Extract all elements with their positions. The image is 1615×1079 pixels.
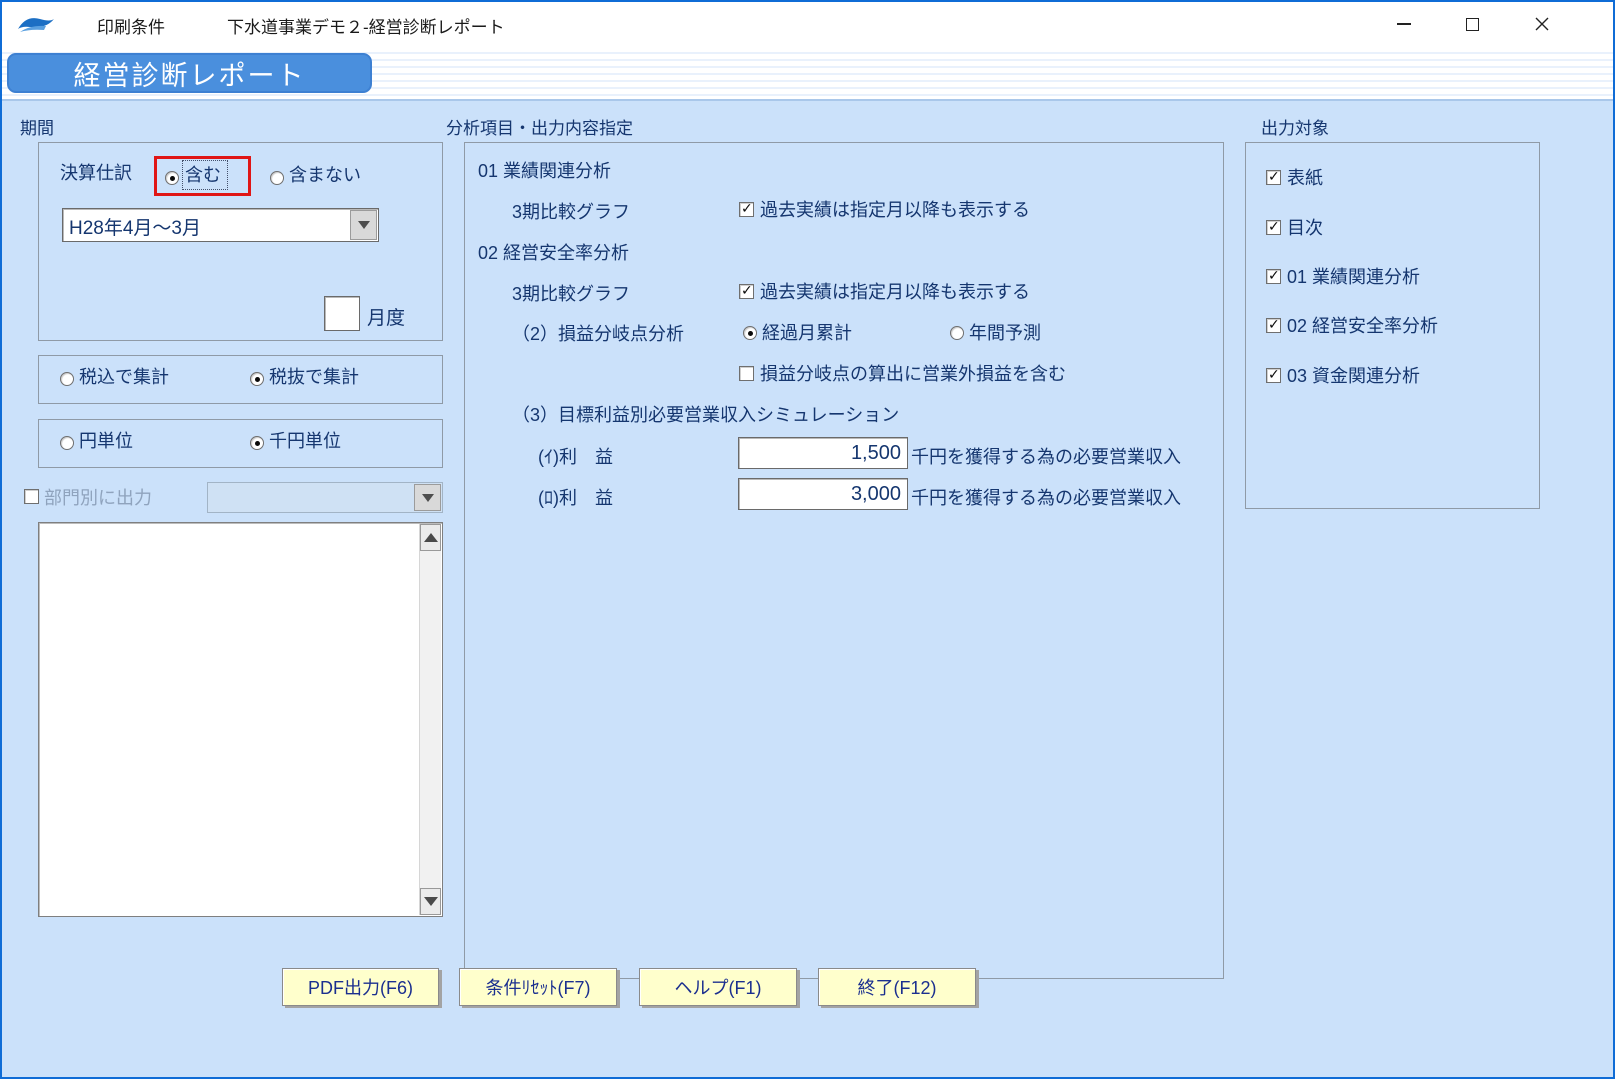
section-period-label: 期間 — [20, 114, 54, 139]
thousand-yen-unit-label[interactable]: 千円単位 — [269, 427, 341, 453]
maximize-button[interactable] — [1443, 2, 1501, 46]
title-bar: 印刷条件 下水道事業デモ２-経営診断レポート — [2, 2, 1613, 47]
department-listbox[interactable] — [38, 522, 443, 917]
thousand-yen-unit-radio[interactable] — [250, 436, 264, 450]
profit-ro-input[interactable] — [738, 478, 908, 510]
output-02-label[interactable]: 02 経営安全率分析 — [1287, 312, 1438, 338]
output-03-label[interactable]: 03 資金関連分析 — [1287, 362, 1420, 388]
fiscal-range-combobox[interactable]: H28年4月〜3月 — [62, 208, 379, 242]
month-input[interactable] — [324, 296, 360, 331]
output-01-label[interactable]: 01 業績関連分析 — [1287, 263, 1420, 289]
dept-output-checkbox[interactable] — [24, 489, 39, 504]
pdf-output-button[interactable]: PDF出力(F6) — [282, 968, 439, 1006]
analysis-groupbox — [464, 142, 1224, 979]
nonoperating-label[interactable]: 損益分岐点の算出に営業外損益を含む — [760, 360, 1066, 386]
item02-label: 02 経営安全率分析 — [478, 239, 629, 265]
breakeven-label: （2）損益分岐点分析 — [512, 320, 684, 346]
output-toc-label[interactable]: 目次 — [1287, 214, 1323, 240]
tax-included-radio[interactable] — [60, 372, 74, 386]
output-cover-label[interactable]: 表紙 — [1287, 164, 1323, 190]
close-button[interactable] — [1513, 2, 1571, 46]
output-cover-checkbox[interactable] — [1266, 170, 1281, 185]
help-button[interactable]: ヘルプ(F1) — [639, 968, 797, 1006]
menu-print-conditions[interactable]: 印刷条件 — [97, 13, 165, 38]
scroll-up-button[interactable] — [420, 524, 441, 551]
profit-ro-label: (ﾛ)利 益 — [538, 484, 613, 510]
fiscal-range-value: H28年4月〜3月 — [69, 213, 201, 240]
month-suffix-label: 月度 — [367, 303, 405, 330]
tax-included-label[interactable]: 税込で集計 — [79, 363, 169, 389]
maximize-icon — [1466, 18, 1479, 31]
app-logo-icon — [16, 13, 56, 42]
scroll-down-button[interactable] — [420, 888, 441, 915]
exclude-radio[interactable] — [270, 171, 284, 185]
cumulative-label[interactable]: 経過月累計 — [762, 319, 852, 345]
tax-excluded-radio[interactable] — [250, 372, 264, 386]
output-toc-checkbox[interactable] — [1266, 220, 1281, 235]
past-results-label-2[interactable]: 過去実績は指定月以降も表示する — [760, 278, 1030, 304]
nonoperating-checkbox[interactable] — [739, 366, 754, 381]
yen-unit-label[interactable]: 円単位 — [79, 427, 133, 453]
journal-label: 決算仕訳 — [60, 159, 132, 185]
graph3-label-1: 3期比較グラフ — [512, 198, 630, 224]
dept-output-label: 部門別に出力 — [44, 484, 152, 510]
section-analysis-label: 分析項目・出力内容指定 — [446, 114, 633, 139]
reset-conditions-button[interactable]: 条件ﾘｾｯﾄ(F7) — [459, 968, 617, 1006]
graph3-label-2: 3期比較グラフ — [512, 280, 630, 306]
past-results-checkbox-2[interactable] — [739, 284, 754, 299]
page-title: 経営診断レポート — [7, 53, 372, 93]
output-01-checkbox[interactable] — [1266, 269, 1281, 284]
cumulative-radio[interactable] — [743, 326, 757, 340]
profit-i-input[interactable] — [738, 437, 908, 469]
forecast-radio[interactable] — [950, 326, 964, 340]
minimize-icon — [1397, 23, 1411, 25]
past-results-checkbox-1[interactable] — [739, 202, 754, 217]
profit-i-label: (ｲ)利 益 — [538, 443, 613, 469]
close-icon — [1535, 17, 1549, 31]
profit-ro-suffix: 千円を獲得する為の必要営業収入 — [911, 484, 1181, 510]
include-radio-label[interactable]: 含む — [182, 160, 228, 190]
tax-excluded-label[interactable]: 税抜で集計 — [269, 363, 359, 389]
dept-combobox — [207, 482, 443, 513]
exit-button[interactable]: 終了(F12) — [818, 968, 976, 1006]
window-title: 下水道事業デモ２-経営診断レポート — [227, 13, 505, 38]
minimize-button[interactable] — [1375, 2, 1433, 46]
header-band: 経営診断レポート — [2, 47, 1613, 101]
app-window: 印刷条件 下水道事業デモ２-経営診断レポート 経営診断レポート 期間 分析項目・… — [0, 0, 1615, 1079]
simulation-label: （3）目標利益別必要営業収入シミュレーション — [512, 401, 899, 427]
arrow-up-icon — [424, 533, 438, 542]
section-output-label: 出力対象 — [1261, 114, 1329, 139]
fiscal-range-dropdown-button[interactable] — [350, 210, 377, 240]
exclude-radio-label[interactable]: 含まない — [289, 161, 361, 187]
yen-unit-radio[interactable] — [60, 436, 74, 450]
item01-label: 01 業績関連分析 — [478, 157, 611, 183]
past-results-label-1[interactable]: 過去実績は指定月以降も表示する — [760, 196, 1030, 222]
arrow-down-icon — [424, 897, 438, 906]
output-02-checkbox[interactable] — [1266, 318, 1281, 333]
listbox-scrollbar[interactable] — [419, 524, 441, 915]
include-radio[interactable] — [165, 171, 179, 185]
profit-i-suffix: 千円を獲得する為の必要営業収入 — [911, 443, 1181, 469]
forecast-label[interactable]: 年間予測 — [969, 319, 1041, 345]
output-03-checkbox[interactable] — [1266, 368, 1281, 383]
dept-dropdown-button — [414, 484, 441, 511]
